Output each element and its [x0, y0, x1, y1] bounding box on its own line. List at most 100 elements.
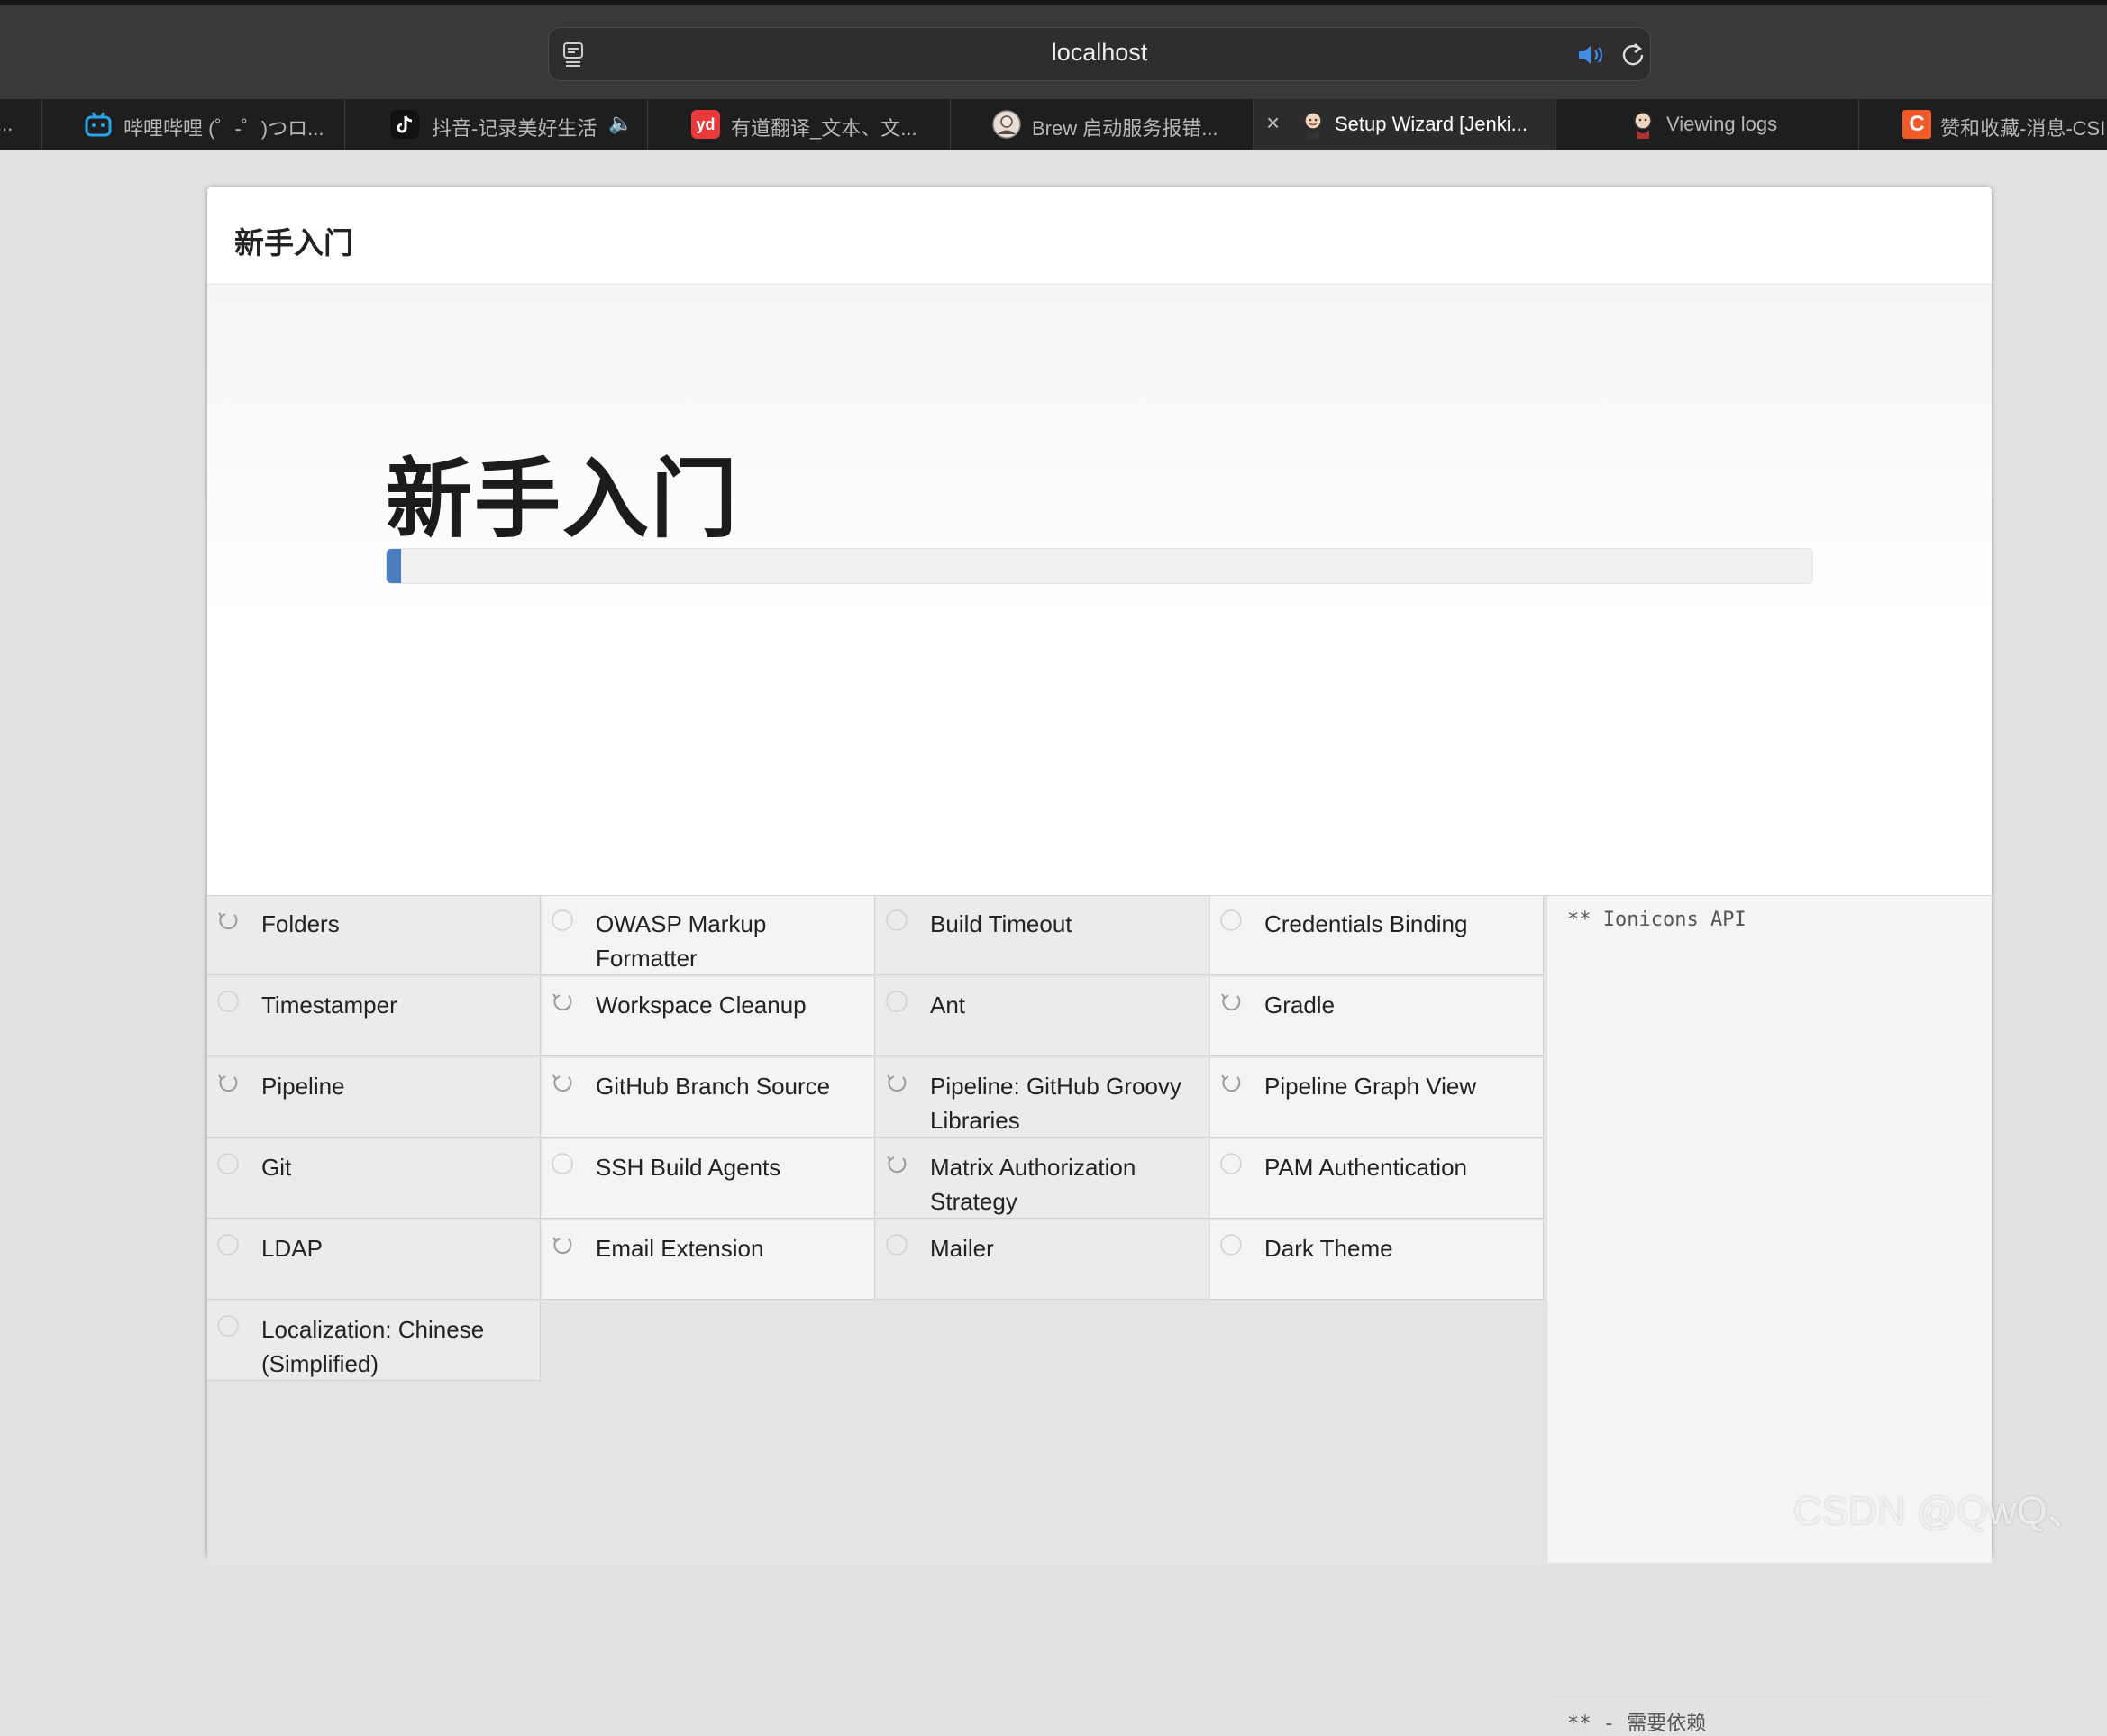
tab-youdao[interactable]: yd 有道翻译_文本、文... [647, 99, 950, 150]
plugin-name: Workspace Cleanup [596, 991, 807, 1019]
reload-icon[interactable] [1619, 41, 1646, 69]
plugin-item: Localization: Chinese (Simplified) [207, 1302, 541, 1381]
pending-circle-icon [885, 1233, 908, 1256]
tab-bilibili[interactable]: 哔哩哔哩 (゜-゜)つロ... [41, 99, 344, 150]
installing-spinner-icon [885, 1071, 908, 1094]
plugin-name: Git [261, 1154, 292, 1181]
install-log-pane[interactable]: ** Ionicons API ** - 需要依赖 [1546, 896, 1993, 1735]
close-tab-icon[interactable]: × [1266, 109, 1280, 137]
installing-spinner-icon [216, 909, 240, 932]
plugin-name: Pipeline [261, 1073, 345, 1100]
tab-label: 哔哩哔哩 (゜-゜)つロ... [123, 117, 324, 140]
plugin-item: LDAP [207, 1220, 541, 1300]
tab-csdn[interactable]: C 赞和收藏-消息-CSI [1858, 99, 2107, 150]
plugin-name: Mailer [930, 1235, 994, 1262]
csdn-icon: C [1902, 110, 1931, 139]
tab-truncated[interactable]: ... [0, 99, 41, 150]
log-line: ** - 需要依赖 [1567, 1713, 1707, 1735]
installing-spinner-icon [551, 1233, 574, 1256]
plugin-item: OWASP Markup Formatter [542, 896, 875, 975]
pending-circle-icon [551, 909, 574, 932]
pending-circle-icon [551, 1152, 574, 1175]
plugin-name: Pipeline Graph View [1264, 1073, 1477, 1100]
tab-label: ... [0, 113, 14, 135]
tab-label: Setup Wizard [Jenki... [1335, 113, 1528, 135]
youdao-icon: yd [691, 110, 720, 139]
plugin-name: PAM Authentication [1264, 1154, 1467, 1181]
browser-toolbar: localhost [0, 0, 2107, 99]
tab-setup-wizard[interactable]: × Setup Wizard [Jenki... [1253, 99, 1555, 150]
plugin-name: Ant [930, 991, 966, 1019]
page-title: 新手入门 [386, 452, 739, 548]
plugin-name: Email Extension [596, 1235, 764, 1262]
setup-wizard-dialog: 新手入门 新手入门 Folders OWASP Markup Formatter B… [207, 187, 1993, 1735]
tab-strip: ... 哔哩哔哩 (゜-゜)つロ... 抖音-记录美好生活 🔈 yd 有道翻译_… [0, 99, 2107, 150]
tab-label: 赞和收藏-消息-CSI [1940, 117, 2106, 140]
tab-viewing-logs[interactable]: Viewing logs [1555, 99, 1858, 150]
jenkins-icon [1304, 112, 1322, 139]
plugin-item: GitHub Branch Source [542, 1058, 875, 1138]
douyin-icon [390, 110, 419, 139]
url-text[interactable]: localhost [549, 39, 1650, 67]
installing-spinner-icon [551, 990, 574, 1013]
plugin-name: Timestamper [261, 991, 397, 1019]
pending-circle-icon [885, 909, 908, 932]
plugin-name: Credentials Binding [1264, 910, 1468, 937]
plugin-item: Pipeline: GitHub Groovy Libraries [876, 1058, 1209, 1138]
plugin-item: Timestamper [207, 977, 541, 1056]
plugin-name: Folders [261, 910, 340, 937]
plugin-item: Dark Theme [1210, 1220, 1544, 1300]
plugin-item: Build Timeout [876, 896, 1209, 975]
plugin-item: Folders [207, 896, 541, 975]
log-line: ** Ionicons API [1567, 909, 1747, 931]
plugin-name: SSH Build Agents [596, 1154, 781, 1181]
dialog-title: 新手入门 [234, 226, 353, 260]
pending-circle-icon [1219, 1233, 1243, 1256]
pending-circle-icon [1219, 1152, 1243, 1175]
plugin-grid: Folders OWASP Markup Formatter Build Timeo… [207, 896, 1546, 1563]
plugin-name: Gradle [1264, 991, 1336, 1019]
audio-playing-icon[interactable] [1576, 41, 1607, 69]
address-bar[interactable]: localhost [548, 27, 1651, 81]
tab-douyin[interactable]: 抖音-记录美好生活 🔈 [344, 99, 647, 150]
tab-label: 抖音-记录美好生活 [432, 117, 597, 140]
speaker-icon[interactable]: 🔈 [608, 112, 633, 135]
plugin-item: Git [207, 1139, 541, 1219]
bilibili-icon [85, 112, 112, 137]
pending-circle-icon [216, 990, 240, 1013]
plugin-name: GitHub Branch Source [596, 1073, 831, 1100]
plugin-item: Ant [876, 977, 1209, 1056]
plugin-item: Matrix Authorization Strategy [876, 1139, 1209, 1219]
plugin-item: Gradle [1210, 977, 1544, 1056]
installing-spinner-icon [885, 1152, 908, 1175]
plugin-name: Build Timeout [930, 910, 1072, 937]
plugin-item: Credentials Binding [1210, 896, 1544, 975]
plugin-name: OWASP Markup Formatter [596, 910, 767, 972]
jenkins-icon [1634, 112, 1652, 139]
pending-circle-icon [216, 1314, 240, 1338]
plugin-item: SSH Build Agents [542, 1139, 875, 1219]
installing-spinner-icon [551, 1071, 574, 1094]
plugin-item: PAM Authentication [1210, 1139, 1544, 1219]
progress-fill [387, 549, 401, 583]
dialog-header: 新手入门 [207, 187, 1992, 285]
plugin-item: Pipeline [207, 1058, 541, 1138]
plugin-name: Pipeline: GitHub Groovy Libraries [930, 1073, 1181, 1134]
avatar-icon [992, 110, 1021, 139]
plugin-name: Matrix Authorization Strategy [930, 1154, 1136, 1215]
pending-circle-icon [216, 1233, 240, 1256]
installing-spinner-icon [1219, 1071, 1243, 1094]
plugin-name: LDAP [261, 1235, 323, 1262]
tab-label: Viewing logs [1666, 113, 1778, 135]
plugin-name: Localization: Chinese (Simplified) [261, 1316, 485, 1377]
install-progress-bar [386, 548, 1813, 584]
watermark: CSDN @QwQ、 [1793, 1489, 2087, 1533]
plugin-item: Workspace Cleanup [542, 977, 875, 1056]
plugin-item: Mailer [876, 1220, 1209, 1300]
plugin-name: Dark Theme [1264, 1235, 1393, 1262]
tab-brew[interactable]: Brew 启动服务报错... [950, 99, 1253, 150]
installing-spinner-icon [1219, 990, 1243, 1013]
pending-circle-icon [216, 1152, 240, 1175]
tab-label: Brew 启动服务报错... [1032, 117, 1218, 140]
log-divider [1547, 1696, 1993, 1697]
